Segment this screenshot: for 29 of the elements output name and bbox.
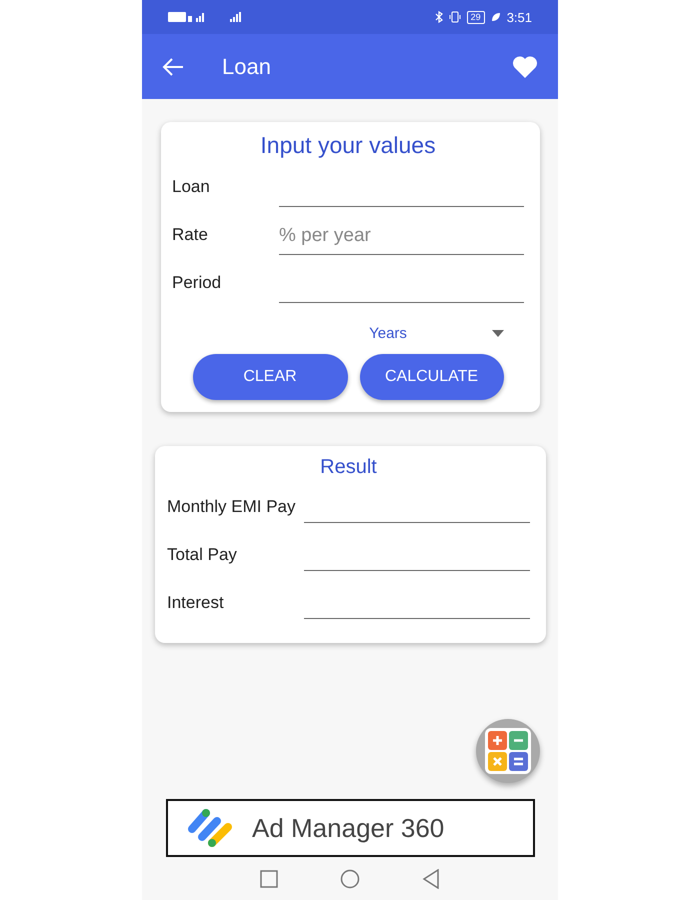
result-label: Total Pay — [167, 545, 238, 566]
clear-button[interactable]: CLEAR — [192, 354, 348, 400]
leaf-icon — [490, 12, 501, 22]
stripes-logo-icon — [188, 807, 234, 849]
calculate-button[interactable]: CALCULATE — [360, 354, 504, 400]
field-label: Period — [172, 273, 222, 294]
field-label: Rate — [172, 225, 209, 246]
input-field[interactable]: % per year — [279, 222, 524, 255]
screen-title: Loan — [222, 54, 272, 80]
field-label: Loan — [172, 177, 211, 198]
network-icon — [168, 11, 242, 23]
calculator-button[interactable] — [476, 719, 540, 783]
card-title: Input your values — [259, 132, 437, 159]
ad-text: Ad Manager 360 — [252, 812, 444, 844]
favorite-button[interactable] — [512, 54, 538, 78]
back-button[interactable] — [162, 58, 184, 76]
unit-dropdown[interactable]: Years — [284, 325, 504, 342]
home-button[interactable] — [340, 868, 360, 888]
ad-banner[interactable]: Ad Manager 360 — [166, 799, 535, 857]
battery-level: 29 — [466, 10, 485, 24]
result-label: Monthly EMI Pay — [167, 497, 296, 518]
back-nav-button[interactable] — [422, 868, 440, 888]
clock: 3:51 — [506, 10, 532, 24]
recents-button[interactable] — [260, 870, 278, 888]
caret-icon — [492, 330, 504, 337]
bluetooth-icon — [434, 11, 443, 23]
result-label: Interest — [167, 593, 225, 614]
vibrate-icon — [448, 11, 461, 23]
card-title: Result — [319, 456, 378, 479]
